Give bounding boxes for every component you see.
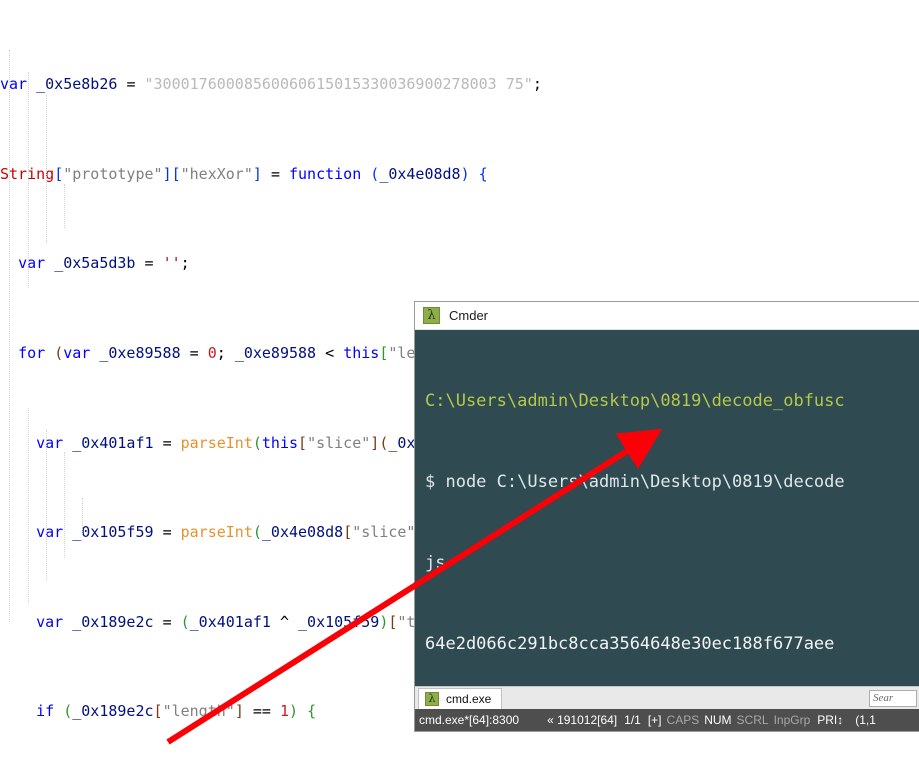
terminal-line-cwd: C:\Users\admin\Desktop\0819\decode_obfus… xyxy=(425,391,845,411)
indent-guide xyxy=(82,498,83,534)
lambda-icon: λ xyxy=(425,691,439,706)
code-line: String["prototype"]["hexXor"] = function… xyxy=(0,164,488,183)
status-coords: (1,1 xyxy=(855,713,876,727)
status-pages: 1/1 xyxy=(624,713,641,727)
cmder-tab-bar[interactable]: λ cmd.exe Sear xyxy=(415,686,919,709)
lambda-icon: λ xyxy=(423,307,440,324)
terminal-tab-label: cmd.exe xyxy=(446,691,492,706)
status-inpgrp: InpGrp xyxy=(773,713,811,727)
status-memory: « 191012[64] xyxy=(547,713,618,727)
indent-guide xyxy=(28,72,29,288)
indent-guide xyxy=(64,452,65,558)
hex-literal: "30001760008560060615015330036900278003 … xyxy=(144,75,533,94)
indent-guide xyxy=(46,430,47,580)
terminal-output[interactable]: C:\Users\admin\Desktop\0819\decode_obfus… xyxy=(415,330,919,687)
code-line: var _0x5e8b26 = "30001760008560060615015… xyxy=(0,75,542,94)
indent-guide xyxy=(28,408,29,603)
status-process: cmd.exe*[64]:8300 xyxy=(419,713,520,727)
search-input[interactable]: Sear xyxy=(869,689,917,707)
terminal-line-command: $ node C:\Users\admin\Desktop\0819\decod… xyxy=(425,472,845,492)
code-line: var _0x5a5d3b = ''; xyxy=(18,254,190,273)
terminal-line-result: 64e2d066c291bc8cca3564648e30ec188f677aee xyxy=(425,634,835,654)
status-plus: [+] xyxy=(647,713,662,727)
indent-guide xyxy=(64,184,65,228)
cmder-title-bar[interactable]: λ Cmder xyxy=(415,302,919,330)
cmder-status-bar: cmd.exe*[64]:8300 « 191012[64] 1/1 [+] C… xyxy=(415,709,919,731)
terminal-line-command-cont: js xyxy=(425,553,446,573)
terminal-tab-cmd[interactable]: λ cmd.exe xyxy=(418,687,503,709)
status-caps: CAPS xyxy=(666,713,700,727)
indent-guide xyxy=(46,95,47,243)
screenshot-root: var _0x5e8b26 = "30001760008560060615015… xyxy=(0,0,919,767)
cmder-window[interactable]: λ Cmder C:\Users\admin\Desktop\0819\deco… xyxy=(415,302,919,731)
status-num: NUM xyxy=(704,713,732,727)
status-priority: PRI↕ xyxy=(817,713,844,727)
cmder-window-title: Cmder xyxy=(449,308,489,323)
indent-guide xyxy=(9,50,10,622)
status-scrl: SCRL xyxy=(736,713,769,727)
